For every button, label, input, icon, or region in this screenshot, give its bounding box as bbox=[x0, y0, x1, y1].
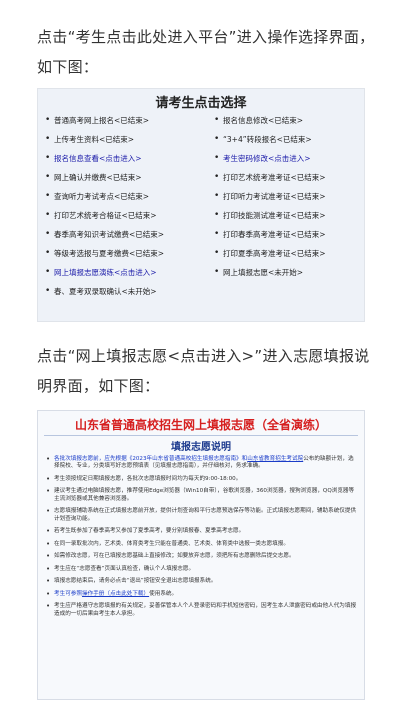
volunteer-instructions-panel: 山东省普通高校招生网上填报志愿（全省演练） 填报志愿说明 各批次填报志愿前，应先… bbox=[37, 410, 365, 700]
option-item[interactable]: 考生密码修改<点击进入> bbox=[213, 149, 363, 168]
option-item[interactable]: 打印艺术统考合格证<已结束> bbox=[44, 206, 209, 225]
panel-title: 请考生点击选择 bbox=[155, 96, 247, 111]
instructions-list: 各批次填报志愿前，应先根据《2023年山东省普通高校招生填报志愿指南》和山东省教… bbox=[44, 456, 358, 623]
option-item[interactable]: 打印听力考试准考证<已结束> bbox=[213, 187, 363, 206]
instruction-item: 在同一录取批次内，艺术类、体育类考生只能在普通类、艺术类、体育类中选报一类志愿填… bbox=[44, 540, 358, 549]
right-options-column: 报名信息修改<已结束>“3+4”转段报名<已结束>考生密码修改<点击进入>打印艺… bbox=[213, 111, 363, 282]
instruction-text: 考生应严格遵守志愿填报的有关规定，妥善保管本人个人登录密码和手机短信密码，因考生… bbox=[54, 603, 357, 617]
option-item[interactable]: 春季高考知识考试缴费<已结束> bbox=[44, 225, 209, 244]
instruction-item: 考生可参照操作手册（点击此处下载）使用系统。 bbox=[44, 590, 358, 599]
option-item[interactable]: 网上填报志愿<未开始> bbox=[213, 263, 363, 282]
intro-paragraph-2: 点击“网上填报志愿<点击进入>”进入志愿填报说明界面，如下图： bbox=[37, 347, 370, 395]
option-item[interactable]: 上传考生资料<已结束> bbox=[44, 130, 209, 149]
instruction-item: 若考生既参加了春季高考又参加了夏季高考，要分别填报春、夏季高考志愿。 bbox=[44, 528, 358, 536]
option-item[interactable]: 报名信息修改<已结束> bbox=[213, 111, 363, 130]
instruction-item: 如需修改志愿，可在已填报志愿基础上直接修改；如要放弃志愿，须把所有志愿删除后提交… bbox=[44, 553, 358, 561]
option-item[interactable]: 普通高考网上报名<已结束> bbox=[44, 111, 209, 130]
instruction-text: 考生可参照 bbox=[54, 590, 82, 597]
operation-selection-panel: 请考生点击选择 普通高考网上报名<已结束>上传考生资料<已结束>报名信息查看<点… bbox=[37, 88, 365, 322]
option-item[interactable]: 网上确认并缴费<已结束> bbox=[44, 168, 209, 187]
instruction-text: 使用系统。 bbox=[149, 590, 178, 597]
title-divider bbox=[44, 435, 358, 436]
instructions-subtitle: 填报志愿说明 bbox=[171, 442, 231, 453]
left-options-column: 普通高考网上报名<已结束>上传考生资料<已结束>报名信息查看<点击进入>网上确认… bbox=[44, 111, 209, 301]
instruction-text: 在同一录取批次内，艺术类、体育类考生只能在普通类、艺术类、体育类中选报一类志愿填… bbox=[54, 540, 289, 547]
instructions-page-title: 山东省普通高校招生网上填报志愿（全省演练） bbox=[74, 418, 327, 432]
option-item[interactable]: 打印春季高考准考证<已结束> bbox=[213, 225, 363, 244]
instruction-link[interactable]: 操作手册（点击此处下载） bbox=[82, 591, 149, 597]
instruction-link[interactable]: 山东省教育招生考试院 bbox=[247, 456, 303, 462]
instruction-item: 考生须按规定日期填报志愿，各批次志愿填报时间均为每天的9:00-18:00。 bbox=[44, 475, 358, 484]
instruction-text: 志愿填报辅助系统在正式填报志愿前开放，提供计划查询和平行志愿预选保存等功能。正式… bbox=[54, 508, 357, 522]
instruction-item: 填报志愿结束后，请务必点击“退出”按钮安全退出志愿填报系统。 bbox=[44, 578, 358, 586]
instruction-text: 若考生既参加了春季高考又参加了夏季高考，要分别填报春、夏季高考志愿。 bbox=[54, 528, 245, 535]
option-item[interactable]: 等级考选报与夏考缴费<已结束> bbox=[44, 244, 209, 263]
option-item[interactable]: 打印夏季高考准考证<已结束> bbox=[213, 244, 363, 263]
instruction-text: 填报志愿结束后，请务必点击“退出”按钮安全退出志愿填报系统。 bbox=[54, 578, 217, 585]
instruction-item: 考生应在“志愿查看”页面认真检查，确认个人填报志愿。 bbox=[44, 565, 358, 574]
instruction-text: 如需修改志愿，可在已填报志愿基础上直接修改；如要放弃志愿，须把所有志愿删除后提交… bbox=[54, 553, 295, 560]
option-item[interactable]: 打印技能测试准考证<已结束> bbox=[213, 206, 363, 225]
instruction-item: 志愿填报辅助系统在正式填报志愿前开放，提供计划查询和平行志愿预选保存等功能。正式… bbox=[44, 508, 358, 523]
instruction-text: 考生应在“志愿查看”页面认真检查，确认个人填报志愿。 bbox=[54, 565, 195, 572]
option-item[interactable]: 查询听力考试考点<已结束> bbox=[44, 187, 209, 206]
option-item[interactable]: “3+4”转段报名<已结束> bbox=[213, 130, 363, 149]
instruction-text: 考生须按规定日期填报志愿，各批次志愿填报时间均为每天的9:00-18:00。 bbox=[54, 475, 242, 482]
option-item[interactable]: 打印艺术统考准考证<已结束> bbox=[213, 168, 363, 187]
option-item[interactable]: 网上填报志愿演练<点击进入> bbox=[44, 263, 209, 282]
instruction-item: 建议考生通过电脑填报志愿，推荐使用Edge浏览器（Win10自带），谷歌浏览器，… bbox=[44, 488, 358, 503]
option-item[interactable]: 报名信息查看<点击进入> bbox=[44, 149, 209, 168]
intro-paragraph-1: 点击“考生点击此处进入平台”进入操作选择界面，如下图： bbox=[37, 28, 375, 76]
instruction-item: 考生应严格遵守志愿填报的有关规定，妥善保管本人个人登录密码和手机短信密码，因考生… bbox=[44, 603, 358, 618]
instruction-text: 各批次填报志愿前，应先根据《2023年山东省普通高校招生填报志愿指南》和 bbox=[54, 456, 248, 462]
instruction-item: 各批次填报志愿前，应先根据《2023年山东省普通高校招生填报志愿指南》和山东省教… bbox=[44, 456, 358, 471]
option-item[interactable]: 春、夏考双录取确认<未开始> bbox=[44, 282, 209, 301]
instruction-text: 建议考生通过电脑填报志愿，推荐使用Edge浏览器（Win10自带），谷歌浏览器，… bbox=[54, 488, 355, 502]
